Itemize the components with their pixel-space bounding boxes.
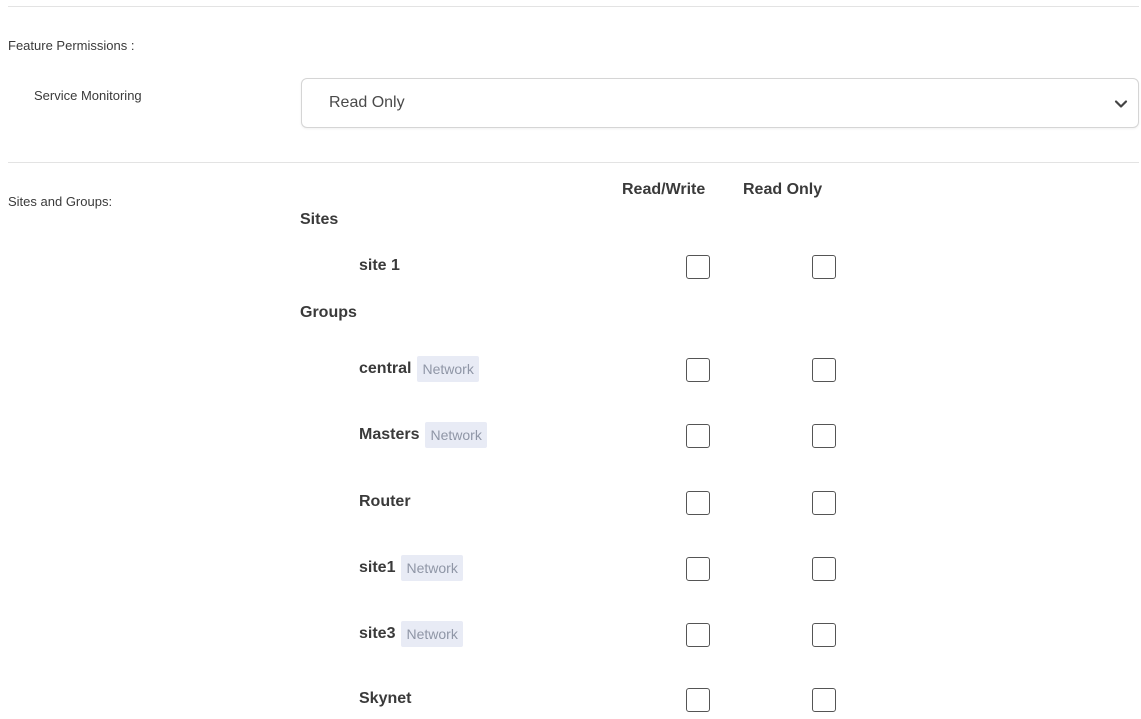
group-read-write-checkbox[interactable]: [686, 557, 710, 581]
groups-heading: Groups: [300, 304, 357, 321]
site-row: site 1: [0, 246, 1141, 286]
group-row: site1 Network: [0, 548, 1141, 588]
group-name: central: [359, 360, 412, 377]
network-badge: Network: [417, 356, 479, 382]
group-read-only-checkbox[interactable]: [812, 557, 836, 581]
group-row-label: Skynet: [359, 679, 411, 719]
group-row: Router: [0, 482, 1141, 522]
network-badge: Network: [425, 422, 487, 448]
group-row-label: site3 Network: [359, 614, 463, 654]
group-read-only-checkbox[interactable]: [812, 688, 836, 712]
group-row-label: Router: [359, 482, 411, 522]
feature-permissions-label: Feature Permissions :: [8, 38, 135, 53]
group-name: Router: [359, 493, 411, 510]
service-monitoring-select[interactable]: Read Only: [301, 78, 1139, 128]
network-badge: Network: [401, 621, 463, 647]
group-name: site3: [359, 625, 396, 642]
service-monitoring-selected-value: Read Only: [329, 94, 405, 111]
group-name: site1: [359, 559, 396, 576]
read-only-column-header: Read Only: [743, 181, 823, 198]
group-read-only-checkbox[interactable]: [812, 358, 836, 382]
group-row-label: site1 Network: [359, 548, 463, 588]
group-read-only-checkbox[interactable]: [812, 491, 836, 515]
group-read-write-checkbox[interactable]: [686, 491, 710, 515]
group-row: central Network: [0, 349, 1141, 389]
group-read-write-checkbox[interactable]: [686, 358, 710, 382]
site-read-only-checkbox[interactable]: [812, 255, 836, 279]
network-badge: Network: [401, 555, 463, 581]
group-row: site3 Network: [0, 614, 1141, 654]
group-row-label: central Network: [359, 349, 479, 389]
group-name: Masters: [359, 426, 420, 443]
sites-and-groups-label: Sites and Groups:: [8, 194, 113, 209]
group-read-write-checkbox[interactable]: [686, 688, 710, 712]
service-monitoring-label: Service Monitoring: [34, 88, 142, 103]
chevron-down-icon: [1114, 100, 1128, 108]
group-read-only-checkbox[interactable]: [812, 623, 836, 647]
group-read-write-checkbox[interactable]: [686, 424, 710, 448]
group-row: Masters Network: [0, 415, 1141, 455]
group-row-label: Masters Network: [359, 415, 487, 455]
group-row: Skynet: [0, 679, 1141, 719]
group-read-write-checkbox[interactable]: [686, 623, 710, 647]
group-name: Skynet: [359, 690, 412, 707]
top-divider: [8, 6, 1139, 7]
group-read-only-checkbox[interactable]: [812, 424, 836, 448]
site-read-write-checkbox[interactable]: [686, 255, 710, 279]
read-write-column-header: Read/Write: [622, 181, 706, 198]
site-row-label: site 1: [359, 246, 400, 286]
middle-divider: [8, 162, 1139, 163]
site-name: site 1: [359, 257, 400, 274]
sites-heading: Sites: [300, 211, 339, 228]
